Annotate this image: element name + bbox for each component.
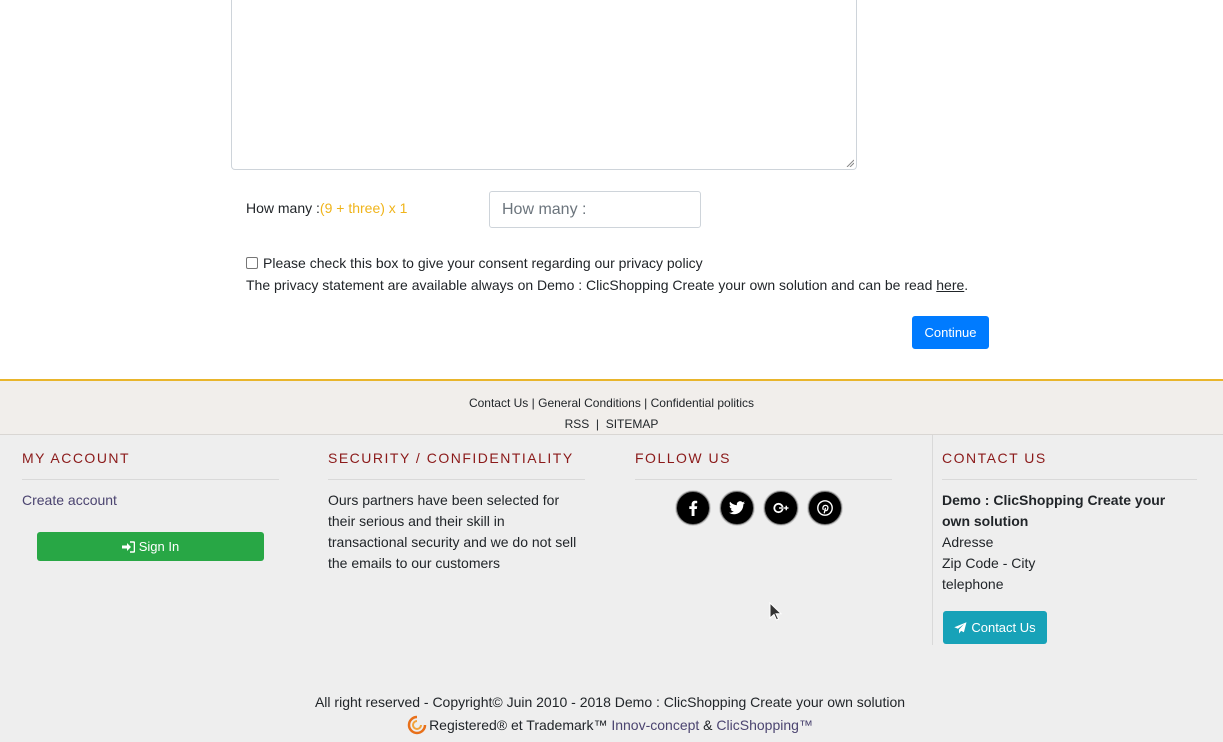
footer-links-row-2: RSS | SITEMAP xyxy=(0,417,1223,431)
paper-plane-icon xyxy=(954,621,967,633)
facebook-icon[interactable] xyxy=(676,491,710,525)
captcha-label: How many :(9 + three) x 1 xyxy=(246,200,407,216)
footer-links-bar: Contact Us | General Conditions | Confid… xyxy=(0,379,1223,435)
security-divider xyxy=(328,479,585,480)
trademark-text: Registered® et Trademark™ xyxy=(429,717,612,733)
privacy-link[interactable]: here xyxy=(936,277,964,293)
comment-textarea[interactable] xyxy=(231,0,857,170)
consent-label: Please check this box to give your conse… xyxy=(263,255,703,271)
footer-separator: | xyxy=(589,417,606,431)
consent-row: Please check this box to give your conse… xyxy=(246,255,703,271)
security-text: Ours partners have been selected for the… xyxy=(328,492,577,571)
trademark-line: Registered® et Trademark™ Innov-concept … xyxy=(0,715,1220,735)
sign-in-icon xyxy=(121,540,135,553)
contact-us-label: Contact Us xyxy=(971,620,1036,635)
follow-heading: FOLLOW US xyxy=(635,450,731,466)
contact-column-divider xyxy=(932,435,933,645)
clicshopping-logo-icon xyxy=(407,715,427,735)
sign-in-label: Sign In xyxy=(138,539,180,554)
captcha-input[interactable] xyxy=(489,191,701,228)
sign-in-button[interactable]: Sign In xyxy=(37,532,264,561)
consent-checkbox[interactable] xyxy=(246,257,258,269)
footer-links-row-1: Contact Us | General Conditions | Confid… xyxy=(0,396,1223,410)
contact-details: Demo : ClicShopping Create your own solu… xyxy=(942,490,1197,595)
create-account-link[interactable]: Create account xyxy=(22,492,117,508)
contact-heading: CONTACT US xyxy=(942,450,1047,466)
copyright-text: All right reserved - Copyright© Juin 201… xyxy=(314,694,906,710)
footer-link-politics[interactable]: Confidential politics xyxy=(651,396,754,410)
contact-address: Adresse xyxy=(942,534,994,550)
footer-link-sitemap[interactable]: SITEMAP xyxy=(606,417,659,431)
google-plus-icon[interactable] xyxy=(764,491,798,525)
pinterest-icon[interactable] xyxy=(808,491,842,525)
account-heading: MY ACCOUNT xyxy=(22,450,131,466)
continue-button[interactable]: Continue xyxy=(912,316,989,349)
privacy-end: . xyxy=(964,277,969,293)
privacy-text: The privacy statement are available alwa… xyxy=(246,277,937,293)
security-heading: SECURITY / CONFIDENTIALITY xyxy=(328,450,574,466)
clicshopping-link[interactable]: ClicShopping™ xyxy=(716,717,813,733)
contact-us-button[interactable]: Contact Us xyxy=(943,611,1047,644)
account-divider xyxy=(22,479,279,480)
privacy-statement: The privacy statement are available alwa… xyxy=(246,277,968,293)
mouse-cursor-icon xyxy=(769,602,783,621)
twitter-icon[interactable] xyxy=(720,491,754,525)
footer-main: MY ACCOUNT Create account Sign In SECURI… xyxy=(0,435,1223,742)
contact-company-name: Demo : ClicShopping Create your own solu… xyxy=(942,492,1166,529)
footer-separator: | xyxy=(528,396,539,410)
innov-concept-link[interactable]: Innov-concept xyxy=(611,717,699,733)
contact-divider xyxy=(942,479,1197,480)
contact-zip-city: Zip Code - City xyxy=(942,555,1036,571)
captcha-label-text: How many : xyxy=(246,200,320,216)
captcha-question: (9 + three) x 1 xyxy=(319,200,408,216)
footer-link-contact[interactable]: Contact Us xyxy=(469,396,528,410)
footer-separator: | xyxy=(640,396,651,410)
resize-grip-icon[interactable] xyxy=(846,159,854,167)
follow-divider xyxy=(635,479,892,480)
footer-link-conditions[interactable]: General Conditions xyxy=(538,396,641,410)
contact-telephone: telephone xyxy=(942,576,1004,592)
ampersand: & xyxy=(699,717,717,733)
footer-link-rss[interactable]: RSS xyxy=(565,417,590,431)
